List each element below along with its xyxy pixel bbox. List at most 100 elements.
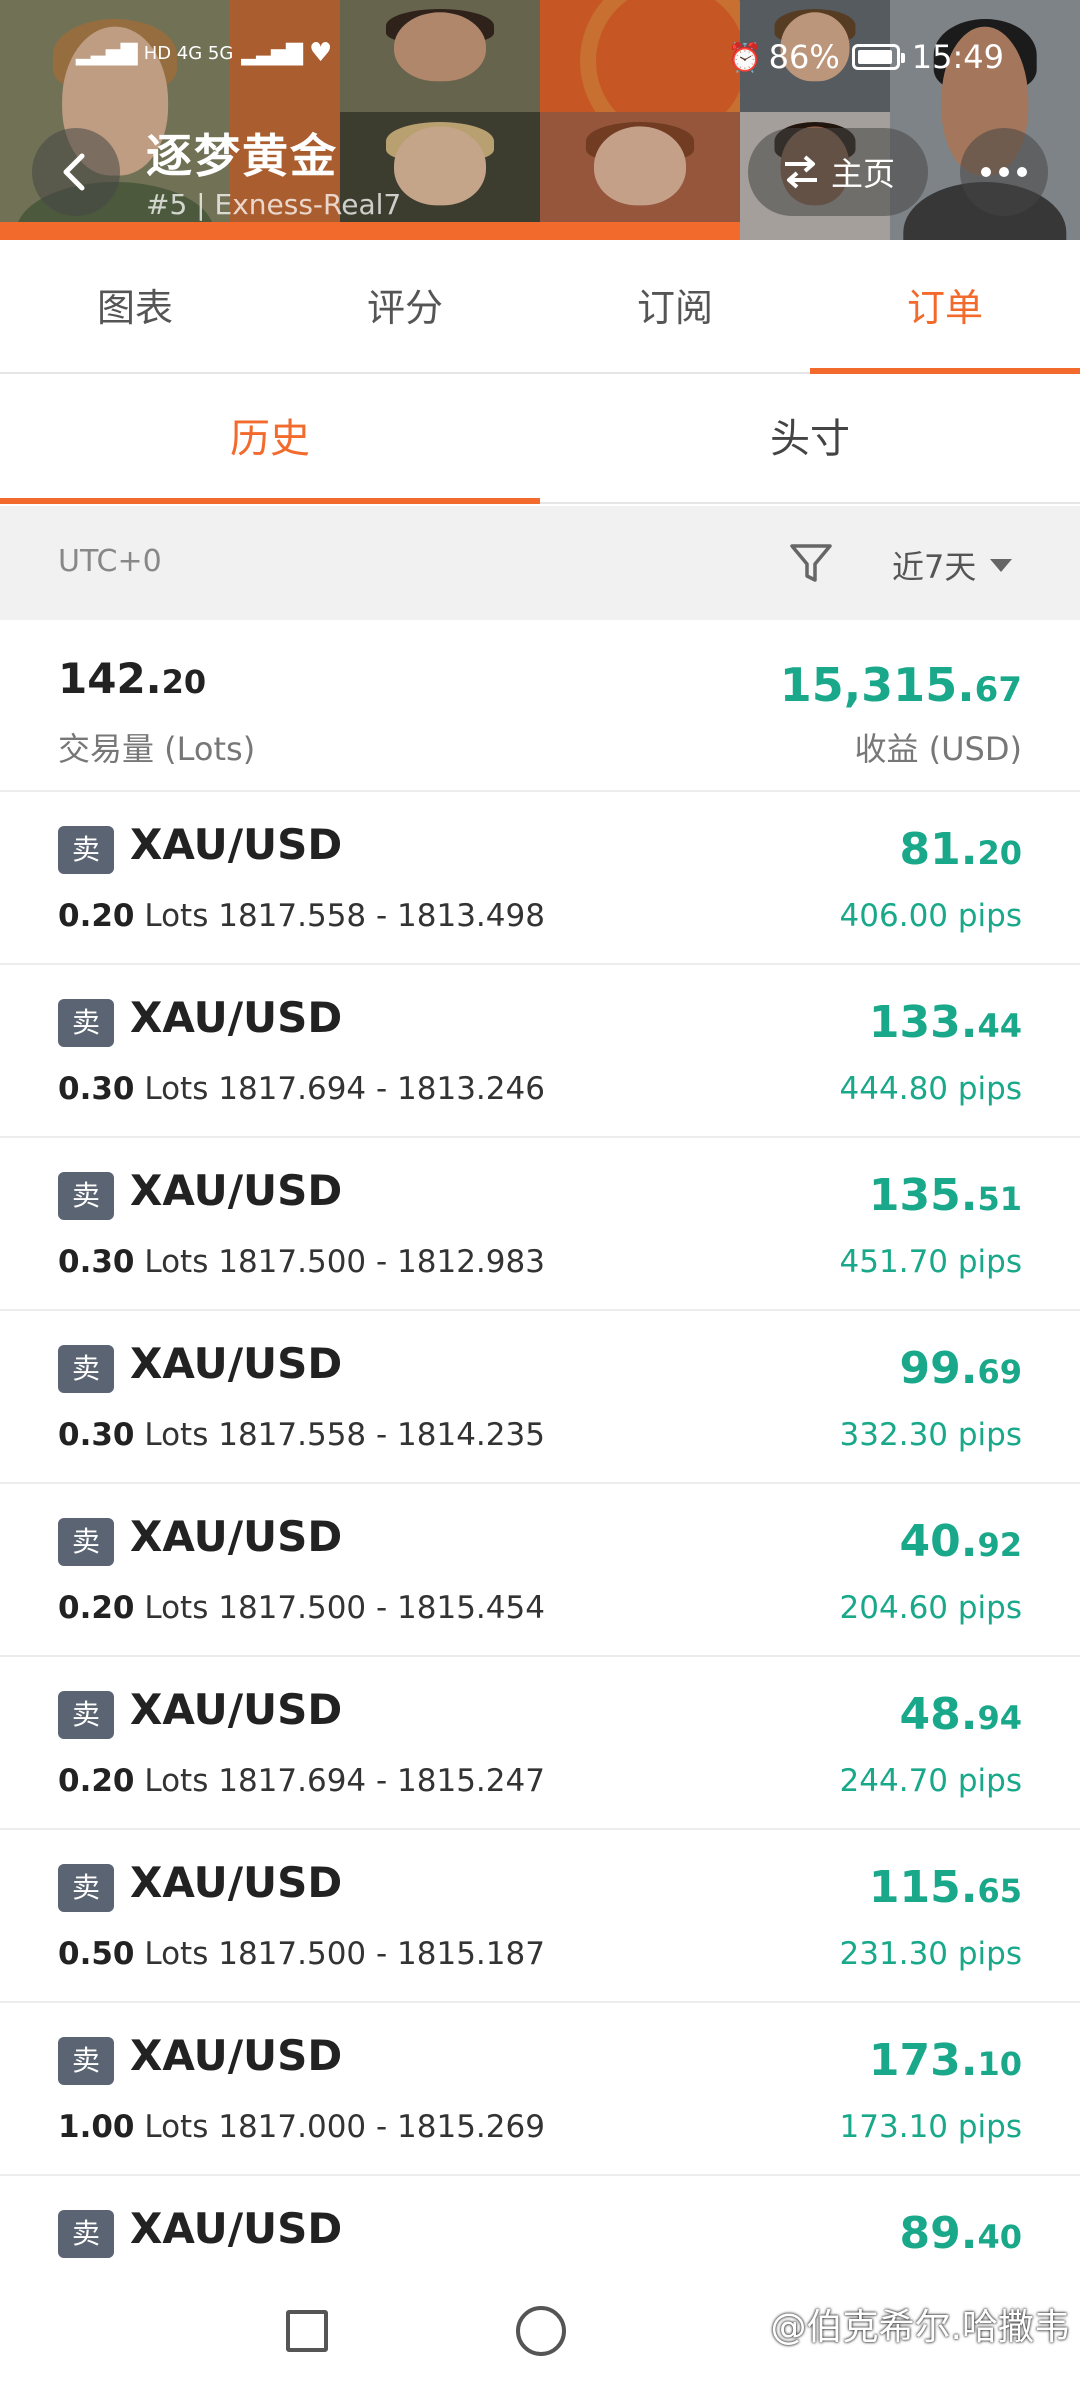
order-profit-int: 99. bbox=[899, 1343, 978, 1394]
sell-badge: 卖 bbox=[58, 1172, 114, 1220]
order-lots-unit: Lots bbox=[144, 1417, 209, 1453]
order-profit-dec: 65 bbox=[977, 1872, 1022, 1910]
tab-rating[interactable]: 评分 bbox=[270, 244, 540, 372]
order-details: 1.00 Lots 1817.000 - 1815.269 bbox=[58, 2109, 545, 2145]
watermark: @伯克希尔.哈撒韦 bbox=[770, 2307, 1070, 2348]
order-lots-unit: Lots bbox=[144, 1590, 209, 1626]
tab-subscribe[interactable]: 订阅 bbox=[540, 244, 810, 372]
filter-bar: UTC+0 近7天 bbox=[0, 506, 1080, 620]
header-accent-strip bbox=[0, 222, 740, 240]
date-range-label: 近7天 bbox=[892, 548, 977, 586]
order-row[interactable]: 卖 XAU/USD 0.30 Lots 1817.558 - 1814.235 … bbox=[0, 1311, 1080, 1484]
order-profit-dec: 92 bbox=[977, 1526, 1022, 1564]
sell-badge: 卖 bbox=[58, 999, 114, 1047]
filter-icon[interactable] bbox=[788, 540, 834, 586]
order-symbol: XAU/USD bbox=[130, 2204, 343, 2253]
account-subtitle: #5 | Exness-Real7 bbox=[146, 188, 402, 221]
total-profit: 15,315.67 bbox=[780, 658, 1022, 712]
sell-badge: 卖 bbox=[58, 1345, 114, 1393]
order-profit-int: 173. bbox=[868, 2035, 978, 2086]
order-price-range: 1817.000 - 1815.269 bbox=[218, 2109, 545, 2145]
order-lots: 0.50 bbox=[58, 1936, 135, 1972]
order-lots: 0.20 bbox=[58, 898, 135, 934]
status-network-label: HD 4G 5G bbox=[143, 42, 234, 64]
order-profit-dec: 10 bbox=[977, 2045, 1022, 2083]
total-profit-int: 15,315. bbox=[779, 658, 975, 712]
order-details: 0.50 Lots 1817.500 - 1815.187 bbox=[58, 1936, 545, 1972]
order-symbol: XAU/USD bbox=[130, 1685, 343, 1734]
order-lots-unit: Lots bbox=[144, 898, 209, 934]
total-lots: 142.20 bbox=[58, 654, 206, 703]
order-profit: 99.69 bbox=[900, 1343, 1022, 1394]
order-symbol: XAU/USD bbox=[130, 1512, 343, 1561]
tab-history[interactable]: 历史 bbox=[0, 376, 540, 504]
tab-orders[interactable]: 订单 bbox=[810, 244, 1080, 374]
order-price-range: 1817.694 - 1815.247 bbox=[218, 1763, 545, 1799]
order-row[interactable]: 卖 XAU/USD 0.20 Lots 1817.500 - 1815.454 … bbox=[0, 1484, 1080, 1657]
status-bar-left: ▂▃▅▇ HD 4G 5G ▂▃▅▇ ♥ bbox=[76, 38, 332, 68]
order-profit: 135.51 bbox=[869, 1170, 1022, 1221]
order-pips: 204.60 pips bbox=[839, 1590, 1022, 1626]
order-profit-dec: 44 bbox=[977, 1007, 1022, 1045]
order-row[interactable]: 卖 XAU/USD 0.20 Lots 1817.558 - 1813.498 … bbox=[0, 792, 1080, 965]
total-profit-label: 收益 (USD) bbox=[854, 730, 1022, 768]
recent-apps-icon[interactable] bbox=[286, 2310, 328, 2352]
order-symbol: XAU/USD bbox=[130, 1339, 343, 1388]
order-profit-dec: 20 bbox=[977, 834, 1022, 872]
order-symbol: XAU/USD bbox=[130, 1166, 343, 1215]
heart-icon: ♥ bbox=[309, 38, 333, 68]
date-range-dropdown[interactable]: 近7天 bbox=[892, 542, 1013, 588]
more-dots-icon bbox=[999, 167, 1009, 177]
swap-icon bbox=[784, 155, 817, 189]
order-row[interactable]: 卖 XAU/USD 0.20 Lots 1817.694 - 1815.247 … bbox=[0, 1657, 1080, 1830]
order-profit-int: 89. bbox=[899, 2208, 978, 2259]
order-row[interactable]: 卖 XAU/USD 0.30 Lots 1817.500 - 1812.983 … bbox=[0, 1138, 1080, 1311]
battery-percent: 86% bbox=[768, 38, 840, 76]
header: ▂▃▅▇ HD 4G 5G ▂▃▅▇ ♥ ⏰ 86% 15:49 逐梦黄金 #5… bbox=[0, 0, 1080, 240]
order-symbol: XAU/USD bbox=[130, 2031, 343, 2080]
signal-icon: ▂▃▅▇ bbox=[241, 40, 303, 66]
sell-badge: 卖 bbox=[58, 826, 114, 874]
order-row[interactable]: 卖 XAU/USD 0.30 Lots 1817.694 - 1813.246 … bbox=[0, 965, 1080, 1138]
order-profit-dec: 40 bbox=[977, 2218, 1022, 2256]
home-nav-icon[interactable] bbox=[516, 2306, 566, 2356]
order-lots-unit: Lots bbox=[144, 1763, 209, 1799]
back-button[interactable] bbox=[32, 128, 120, 216]
order-profit: 89.40 bbox=[900, 2208, 1022, 2259]
order-price-range: 1817.694 - 1813.246 bbox=[218, 1071, 545, 1107]
status-time: 15:49 bbox=[911, 38, 1004, 76]
order-profit-dec: 51 bbox=[977, 1180, 1022, 1218]
order-lots: 0.20 bbox=[58, 1590, 135, 1626]
alarm-icon: ⏰ bbox=[727, 40, 763, 74]
order-row[interactable]: 卖 XAU/USD 1.00 Lots 1817.000 - 1815.269 … bbox=[0, 2003, 1080, 2176]
total-lots-label: 交易量 (Lots) bbox=[58, 730, 256, 768]
order-symbol: XAU/USD bbox=[130, 993, 343, 1042]
home-button[interactable]: 主页 bbox=[748, 128, 928, 216]
order-details: 0.30 Lots 1817.558 - 1814.235 bbox=[58, 1417, 545, 1453]
home-button-label: 主页 bbox=[830, 155, 895, 193]
order-list: 卖 XAU/USD 0.20 Lots 1817.558 - 1813.498 … bbox=[0, 792, 1080, 2349]
tab-chart[interactable]: 图表 bbox=[0, 244, 270, 372]
total-profit-dec: 67 bbox=[974, 670, 1022, 710]
signal-icon: ▂▃▅▇ bbox=[76, 40, 138, 66]
order-lots: 0.30 bbox=[58, 1071, 135, 1107]
sub-tab-bar: 历史 头寸 bbox=[0, 376, 1080, 504]
battery-icon bbox=[851, 44, 905, 70]
order-profit-int: 40. bbox=[899, 1516, 978, 1567]
order-profit-int: 133. bbox=[868, 997, 978, 1048]
order-price-range: 1817.500 - 1815.187 bbox=[218, 1936, 545, 1972]
tab-positions[interactable]: 头寸 bbox=[540, 376, 1080, 502]
order-profit: 133.44 bbox=[869, 997, 1022, 1048]
system-nav-bar: @伯克希尔.哈撒韦 bbox=[0, 2270, 1080, 2388]
order-profit-int: 81. bbox=[899, 824, 978, 875]
order-row[interactable]: 卖 XAU/USD 0.50 Lots 1817.500 - 1815.187 … bbox=[0, 1830, 1080, 2003]
total-lots-dec: 20 bbox=[161, 663, 207, 701]
order-profit-int: 135. bbox=[868, 1170, 978, 1221]
order-profit: 48.94 bbox=[900, 1689, 1022, 1740]
more-menu-button[interactable] bbox=[960, 128, 1048, 216]
order-profit-dec: 69 bbox=[977, 1353, 1022, 1391]
order-profit-dec: 94 bbox=[977, 1699, 1022, 1737]
more-dots-icon bbox=[981, 167, 991, 177]
order-pips: 444.80 pips bbox=[839, 1071, 1022, 1107]
order-price-range: 1817.558 - 1814.235 bbox=[218, 1417, 545, 1453]
